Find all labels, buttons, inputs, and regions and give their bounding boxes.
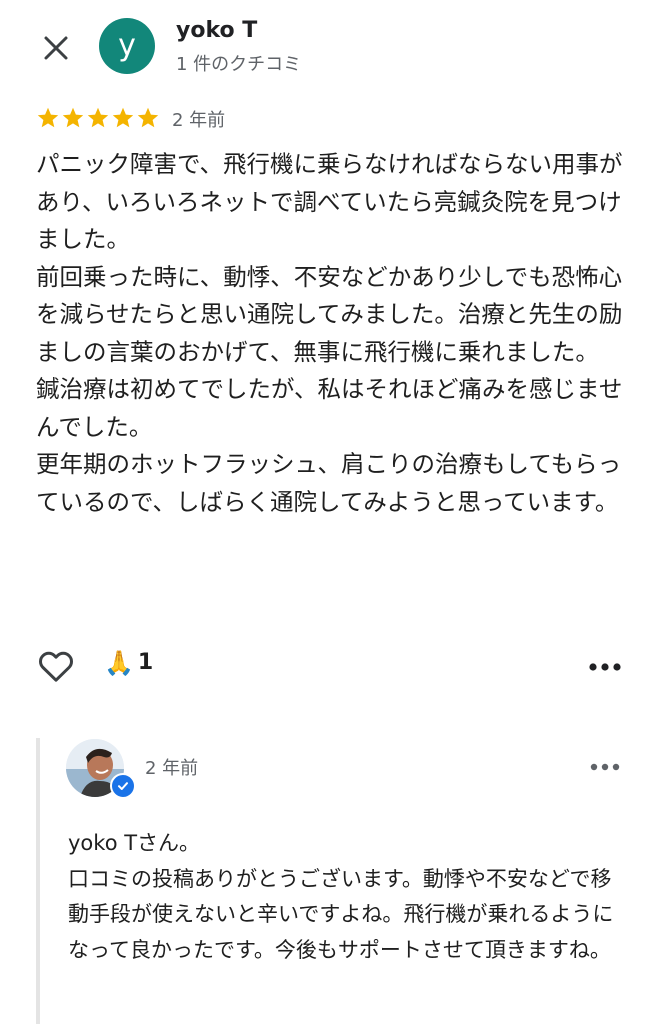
star-rating [36,106,160,130]
heart-icon [39,651,73,682]
reply-paragraph: 口コミの投稿ありがとうございます。動悸や不安などで移動手段が使えないと辛いですよ… [68,866,614,962]
reaction-chip[interactable]: 🙏 1 [104,650,153,675]
reaction-count: 1 [137,650,154,675]
more-horizontal-icon [590,763,620,771]
review-more-button[interactable] [585,652,625,682]
review-text: パニック障害で、飛行機に乗らなければならない用事があり、いろいろネットで調べてい… [36,146,631,521]
review-date: 2 年前 [172,110,226,131]
reviewer-review-count: 1 件のクチコミ [176,54,302,75]
folded-hands-icon: 🙏 [104,648,134,677]
reply-date: 2 年前 [145,758,199,779]
owner-reply-text: yoko Tさん。 口コミの投稿ありがとうございます。動悸や不安などで移動手段が… [68,826,628,968]
user-avatar[interactable]: y [99,18,155,74]
like-button[interactable] [36,646,76,686]
avatar-letter: y [118,28,136,63]
star-icon [137,107,159,128]
star-icon [87,107,109,128]
review-paragraph: 前回乗った時に、動悸、不安などかあり少しでも恐怖心を減らせたらと思い通院してみま… [36,262,623,366]
review-paragraph: パニック障害で、飛行機に乗らなければならない用事があり、いろいろネットで調べてい… [36,150,623,253]
star-icon [37,107,59,128]
close-icon [44,36,68,60]
star-icon [112,107,134,128]
verified-check-icon [110,773,136,799]
star-icon [62,107,84,128]
more-horizontal-icon [589,663,621,671]
reply-paragraph: yoko Tさん。 [68,831,201,855]
review-paragraph: 鍼治療は初めてでしたが、私はそれほど痛みを感じませんでした。 [36,375,623,441]
reviewer-name[interactable]: yoko T [176,18,257,43]
reply-more-button[interactable] [587,754,623,780]
review-paragraph: 更年期のホットフラッシュ、肩こりの治療もしてもらっているので、しばらく通院してみ… [36,450,622,516]
close-button[interactable] [34,26,78,70]
reply-divider [36,738,40,1024]
